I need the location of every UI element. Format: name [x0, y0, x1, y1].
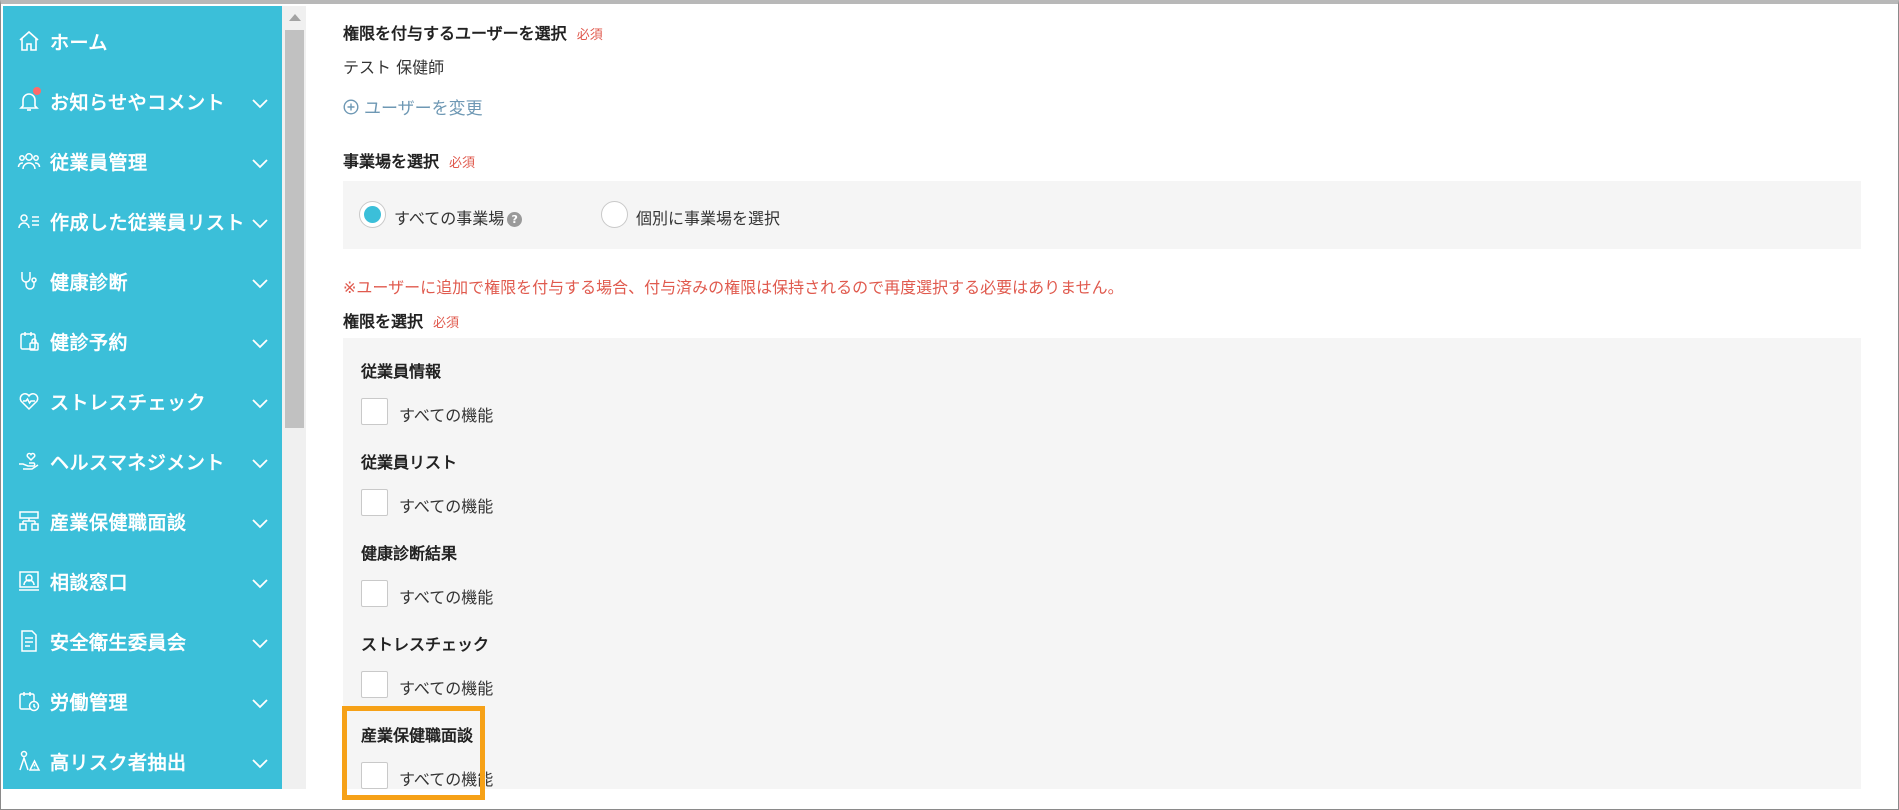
sidebar-item-label: 健診予約 — [50, 331, 129, 354]
sidebar-item-safety-committee[interactable]: 安全衛生委員会 — [3, 611, 282, 671]
stethoscope-icon — [16, 268, 42, 294]
selected-user-name: テスト 保健師 — [343, 58, 445, 77]
site-section-title: 事業場を選択 必須 — [343, 148, 475, 172]
site-section-title-text: 事業場を選択 — [343, 152, 440, 171]
user-list-icon — [16, 208, 42, 234]
hand-heart-icon — [16, 448, 42, 474]
scroll-up-arrow-icon[interactable] — [289, 14, 301, 21]
change-user-link[interactable]: ユーザーを変更 — [343, 94, 483, 119]
radio-all-sites-text: すべての事業場 — [394, 209, 505, 228]
sidebar-item-high-risk-extraction[interactable]: 高リスク者抽出 — [3, 731, 282, 789]
sidebar-item-employee-management[interactable]: 従業員管理 — [3, 131, 282, 191]
sidebar-item-label: 安全衛生委員会 — [50, 631, 187, 654]
checkbox-label: すべての機能 — [399, 497, 494, 516]
chevron-down-icon — [251, 755, 269, 769]
calendar-clock-icon — [16, 688, 42, 714]
sidebar-item-label: 産業保健職面談 — [50, 511, 187, 534]
permission-group-title: 従業員リスト — [361, 453, 458, 472]
chevron-down-icon — [251, 335, 269, 349]
permission-section-title: 権限を選択 必須 — [343, 308, 459, 332]
sidebar-item-labor-management[interactable]: 労働管理 — [3, 671, 282, 731]
site-options-panel: すべての事業場? 個別に事業場を選択 — [343, 181, 1861, 249]
permission-all-functions-checkbox[interactable] — [361, 398, 388, 425]
permission-warning-text: ※ユーザーに追加で権限を付与する場合、付与済みの権限は保持されるので再度選択する… — [343, 278, 1124, 297]
chevron-down-icon — [251, 635, 269, 649]
sidebar-scrollbar[interactable] — [282, 6, 306, 789]
sidebar-item-label: 高リスク者抽出 — [50, 751, 187, 774]
sidebar-item-home[interactable]: ホーム — [3, 11, 282, 71]
radio-individual-sites[interactable] — [601, 201, 628, 228]
consult-icon — [16, 568, 42, 594]
chevron-down-icon — [251, 695, 269, 709]
home-icon — [16, 28, 42, 54]
document-icon — [16, 628, 42, 654]
sidebar-item-label: お知らせやコメント — [50, 91, 226, 114]
plus-circle-icon — [343, 98, 359, 115]
chevron-down-icon — [251, 455, 269, 469]
chevron-down-icon — [251, 275, 269, 289]
sidebar-item-label: 従業員管理 — [50, 151, 148, 174]
sidebar-item-health-checkup[interactable]: 健康診断 — [3, 251, 282, 311]
chevron-down-icon — [251, 515, 269, 529]
scrollbar-thumb[interactable] — [285, 30, 304, 428]
chevron-down-icon — [251, 215, 269, 229]
permission-group-title: 産業保健職面談 — [361, 726, 474, 745]
permission-section-title-text: 権限を選択 — [343, 312, 424, 331]
users-icon — [16, 148, 42, 174]
checkbox-label: すべての機能 — [399, 679, 494, 698]
user-section-title-text: 権限を付与するユーザーを選択 — [343, 24, 567, 43]
chevron-down-icon — [251, 95, 269, 109]
change-user-link-label: ユーザーを変更 — [364, 99, 483, 119]
calendar-lock-icon — [16, 328, 42, 354]
sidebar-item-label: 相談窓口 — [50, 571, 129, 594]
checkbox-label: すべての機能 — [399, 770, 494, 789]
notification-badge — [33, 87, 41, 95]
org-chart-icon — [16, 508, 42, 534]
permission-all-functions-checkbox[interactable] — [361, 580, 388, 607]
permission-options-panel: 従業員情報 すべての機能 従業員リスト すべての機能 健康診断結果 すべての機能… — [343, 338, 1861, 789]
required-badge: 必須 — [576, 28, 603, 43]
chevron-down-icon — [251, 575, 269, 589]
sidebar-item-label: ストレスチェック — [50, 391, 207, 414]
sidebar-item-checkup-reservation[interactable]: 健診予約 — [3, 311, 282, 371]
sidebar-item-consultation[interactable]: 相談窓口 — [3, 551, 282, 611]
permission-group-title: ストレスチェック — [361, 635, 490, 654]
help-icon[interactable]: ? — [507, 212, 523, 227]
sidebar-item-notifications[interactable]: お知らせやコメント — [3, 71, 282, 131]
chevron-down-icon — [251, 155, 269, 169]
radio-all-sites-label: すべての事業場? — [394, 205, 523, 229]
heart-icon — [16, 388, 42, 414]
sidebar-item-occupational-health-interview[interactable]: 産業保健職面談 — [3, 491, 282, 551]
chevron-down-icon — [251, 395, 269, 409]
permission-all-functions-checkbox[interactable] — [361, 671, 388, 698]
permission-group-title: 従業員情報 — [361, 362, 442, 381]
permission-all-functions-checkbox[interactable] — [361, 762, 388, 789]
warning-person-icon — [16, 748, 42, 774]
sidebar: ホーム お知らせやコメント 従業員管理 作成した従業員リスト 健康診断 健診予約… — [3, 6, 282, 789]
sidebar-item-label: ホーム — [50, 31, 108, 54]
sidebar-item-label: 作成した従業員リスト — [50, 211, 246, 234]
permission-all-functions-checkbox[interactable] — [361, 489, 388, 516]
radio-all-sites[interactable] — [359, 201, 386, 228]
sidebar-item-health-management[interactable]: ヘルスマネジメント — [3, 431, 282, 491]
permission-group-title: 健康診断結果 — [361, 544, 458, 563]
checkbox-label: すべての機能 — [399, 588, 494, 607]
required-badge: 必須 — [449, 156, 476, 171]
user-section-title: 権限を付与するユーザーを選択 必須 — [343, 20, 603, 44]
sidebar-item-employee-lists[interactable]: 作成した従業員リスト — [3, 191, 282, 251]
radio-individual-sites-label: 個別に事業場を選択 — [636, 209, 781, 228]
sidebar-item-label: 健康診断 — [50, 271, 129, 294]
sidebar-item-stress-check[interactable]: ストレスチェック — [3, 371, 282, 431]
checkbox-label: すべての機能 — [399, 406, 494, 425]
sidebar-item-label: 労働管理 — [50, 691, 129, 714]
main-content: 権限を付与するユーザーを選択 必須 テスト 保健師 ユーザーを変更 事業場を選択必… — [306, 6, 1896, 800]
sidebar-item-label: ヘルスマネジメント — [50, 451, 225, 474]
required-badge: 必須 — [433, 316, 460, 331]
